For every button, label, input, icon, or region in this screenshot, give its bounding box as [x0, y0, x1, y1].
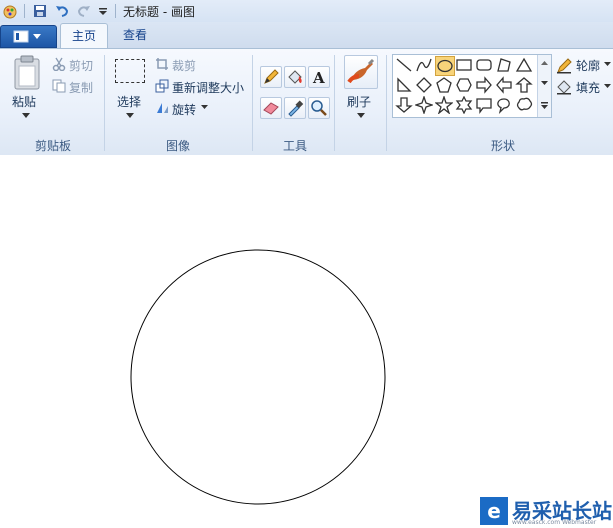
scroll-up-icon[interactable] [541, 61, 548, 66]
redo-icon[interactable] [76, 3, 92, 19]
rotate-dropdown-icon[interactable] [201, 105, 208, 110]
paste-dropdown-icon[interactable] [22, 113, 30, 119]
gallery-expand-icon[interactable] [541, 102, 548, 110]
rotate-button[interactable]: 旋转 [172, 101, 196, 118]
shapes-group-label: 形状 [490, 139, 515, 153]
resize-button[interactable]: 重新调整大小 [172, 79, 244, 96]
paste-label[interactable]: 粘贴 [12, 93, 36, 110]
cloud-callout-shape-icon[interactable] [515, 96, 533, 114]
curve-shape-icon[interactable] [415, 56, 433, 74]
fill-icon [557, 80, 571, 95]
select-label[interactable]: 选择 [117, 93, 141, 110]
save-icon[interactable] [32, 3, 48, 19]
menu-icon [13, 30, 41, 43]
window-title: 无标题 - 画图 [123, 5, 195, 19]
select-icon[interactable] [115, 59, 145, 83]
rotate-icon [157, 103, 168, 113]
title-bar: 无标题 - 画图 [0, 0, 613, 23]
brushes-dropdown-icon[interactable] [357, 113, 365, 119]
outline-icon [557, 58, 572, 74]
fill-tool[interactable] [284, 66, 306, 88]
ribbon-tab-row: 主页 查看 [0, 22, 613, 49]
color-picker-tool[interactable] [284, 97, 306, 119]
select-dropdown-icon[interactable] [126, 113, 134, 119]
drawing-canvas[interactable] [0, 155, 613, 528]
text-icon: A [312, 69, 325, 87]
paint-menu-button[interactable] [0, 25, 57, 48]
pencil-icon [264, 69, 279, 84]
eyedropper-icon [288, 100, 304, 117]
outline-button[interactable]: 轮廓 [576, 57, 600, 74]
watermark: e 易采站长站 www.easck.com Webmaster [478, 494, 613, 528]
magnifier-tool[interactable] [308, 97, 330, 119]
paste-icon[interactable] [12, 55, 42, 91]
customize-toolbar-dropdown-icon[interactable] [97, 3, 109, 19]
magnifier-icon [311, 100, 327, 116]
text-tool[interactable]: A [308, 66, 330, 88]
eraser-icon [263, 102, 279, 115]
resize-icon [155, 79, 169, 93]
clipboard-group-label: 剪贴板 [34, 139, 71, 153]
oval-shape-icon[interactable] [435, 56, 455, 76]
scissors-icon [52, 57, 66, 71]
tab-view[interactable]: 查看 [112, 23, 158, 47]
ribbon-panel: 粘贴 剪切 复制 剪贴板 选择 裁剪 重新调整大小 旋转 图像 A 工具 刷子 … [0, 48, 613, 156]
undo-icon[interactable] [54, 3, 70, 19]
fill-dropdown-icon[interactable] [604, 84, 611, 89]
image-group-label: 图像 [165, 139, 190, 153]
scroll-down-icon[interactable] [541, 81, 548, 86]
brushes-label[interactable]: 刷子 [347, 93, 371, 110]
pentagon-shape-icon[interactable] [435, 76, 453, 94]
eraser-tool[interactable] [260, 97, 282, 119]
left-arrow-shape-icon[interactable] [495, 76, 513, 94]
five-point-star-shape-icon[interactable] [435, 96, 453, 114]
hexagon-shape-icon[interactable] [455, 76, 473, 94]
group-divider [252, 55, 253, 151]
fill-button[interactable]: 填充 [576, 79, 600, 96]
copy-button[interactable]: 复制 [69, 79, 93, 96]
right-triangle-shape-icon[interactable] [395, 76, 413, 94]
brushes-button[interactable] [344, 55, 378, 89]
crop-icon [156, 58, 168, 70]
group-divider [334, 55, 335, 151]
polygon-shape-icon[interactable] [495, 56, 513, 74]
rectangle-shape-icon[interactable] [455, 56, 473, 74]
group-divider [104, 55, 105, 151]
watermark-subtext: www.easck.com Webmaster [512, 519, 597, 526]
right-arrow-shape-icon[interactable] [475, 76, 493, 94]
shapes-gallery [392, 54, 552, 118]
watermark-logo: e [480, 497, 508, 525]
group-divider [386, 55, 387, 151]
paint-app-icon[interactable] [2, 3, 18, 19]
tab-home[interactable]: 主页 [60, 23, 108, 49]
four-point-star-shape-icon[interactable] [415, 96, 433, 114]
triangle-shape-icon[interactable] [515, 56, 533, 74]
down-arrow-shape-icon[interactable] [395, 96, 413, 114]
cut-button[interactable]: 剪切 [69, 57, 93, 74]
rect-callout-shape-icon[interactable] [475, 96, 493, 114]
tools-group-label: 工具 [282, 139, 307, 153]
up-arrow-shape-icon[interactable] [515, 76, 533, 94]
copy-icon [52, 79, 66, 93]
rounded-rectangle-shape-icon[interactable] [475, 56, 493, 74]
line-shape-icon[interactable] [395, 56, 413, 74]
svg-text:A: A [312, 69, 325, 87]
paint-bucket-icon [288, 70, 302, 84]
crop-button[interactable]: 裁剪 [172, 57, 196, 74]
diamond-shape-icon[interactable] [415, 76, 433, 94]
oval-callout-shape-icon[interactable] [495, 96, 513, 114]
pencil-tool[interactable] [260, 66, 282, 88]
brush-icon [347, 58, 375, 84]
canvas-drawing [130, 249, 386, 505]
drawn-circle [130, 249, 386, 505]
shapes-gallery-scroller[interactable] [537, 55, 551, 117]
six-point-star-shape-icon[interactable] [455, 96, 473, 114]
outline-dropdown-icon[interactable] [604, 62, 611, 67]
